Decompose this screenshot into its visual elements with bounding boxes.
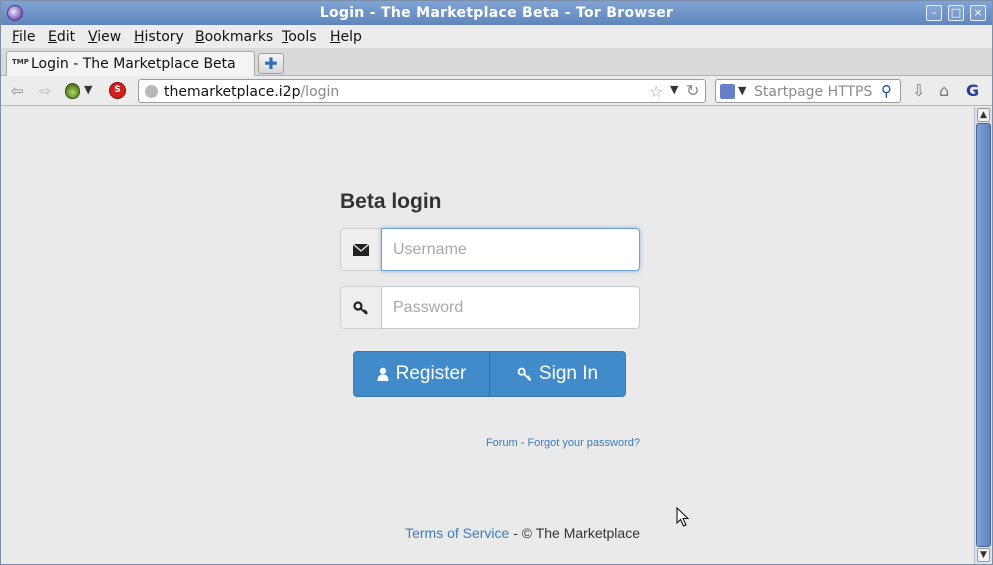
help-links: Forum - Forgot your password? <box>340 437 640 449</box>
envelope-icon <box>340 228 382 271</box>
menu-history[interactable]: History <box>134 29 184 45</box>
sign-in-label: Sign In <box>538 363 599 384</box>
maximize-button[interactable]: □ <box>948 5 964 21</box>
url-dropdown-icon[interactable]: ▼ <box>670 83 678 96</box>
register-button[interactable]: Register <box>353 351 490 397</box>
search-input[interactable]: Startpage HTTPS <box>754 84 872 100</box>
register-label: Register <box>395 363 467 384</box>
tor-onion-icon[interactable] <box>65 83 80 99</box>
key-icon <box>340 286 382 329</box>
page-content: Beta login Register Sign In Forum <box>1 107 974 564</box>
page-title: Beta login <box>340 190 442 213</box>
back-icon[interactable]: ⇦ <box>11 82 24 100</box>
globe-icon <box>145 85 158 98</box>
auth-button-group: Register Sign In <box>353 351 626 397</box>
username-input[interactable] <box>381 228 640 271</box>
browser-window: Login - The Marketplace Beta - Tor Brows… <box>0 0 993 565</box>
scrollbar-thumb[interactable] <box>976 123 991 547</box>
scroll-down-icon[interactable]: ▼ <box>977 548 990 562</box>
key-icon <box>517 367 532 381</box>
link-separator: - <box>517 437 528 449</box>
minimize-button[interactable]: – <box>926 5 942 21</box>
bookmark-star-icon[interactable]: ☆ <box>649 82 663 101</box>
new-tab-button[interactable]: ✚ <box>258 53 284 74</box>
forgot-password-link[interactable]: Forgot your password? <box>528 437 641 449</box>
download-icon[interactable]: ⇩ <box>912 81 925 100</box>
username-input-group <box>340 228 640 271</box>
terms-of-service-link[interactable]: Terms of Service <box>405 525 509 541</box>
mouse-cursor-icon <box>676 507 690 527</box>
menu-help[interactable]: Help <box>330 29 362 45</box>
search-engine-icon[interactable] <box>720 84 735 99</box>
vertical-scrollbar[interactable]: ▲ ▼ <box>974 107 992 564</box>
tab-favicon: TMP <box>12 58 29 66</box>
forward-icon[interactable]: ⇨ <box>39 82 52 100</box>
extension-icon[interactable]: G <box>966 81 979 100</box>
chevron-down-icon[interactable]: ▼ <box>84 83 92 96</box>
password-input[interactable] <box>381 286 640 329</box>
window-title: Login - The Marketplace Beta - Tor Brows… <box>319 5 674 21</box>
search-bar[interactable]: ▼ Startpage HTTPS ⚲ <box>715 79 901 103</box>
menu-edit[interactable]: Edit <box>48 29 75 45</box>
menu-bar: File Edit View History Bookmarks Tools H… <box>1 25 992 48</box>
copyright-text: - © The Marketplace <box>509 525 640 541</box>
sign-in-button[interactable]: Sign In <box>489 351 626 397</box>
title-bar[interactable]: Login - The Marketplace Beta - Tor Brows… <box>1 1 992 25</box>
user-icon <box>377 367 389 381</box>
tab-label: Login - The Marketplace Beta <box>31 56 236 72</box>
tab-bar: TMP Login - The Marketplace Beta ✚ <box>1 48 992 76</box>
url-text[interactable]: themarketplace.i2p/login <box>164 84 339 100</box>
tab-login[interactable]: TMP Login - The Marketplace Beta <box>6 51 255 76</box>
noscript-icon[interactable]: S <box>109 82 126 99</box>
search-engine-dropdown-icon[interactable]: ▼ <box>738 84 746 97</box>
scroll-up-icon[interactable]: ▲ <box>977 108 990 122</box>
navigation-bar: ⇦ ⇨ ▼ S themarketplace.i2p/login ☆ ▼ ↻ ▼… <box>1 76 992 106</box>
menu-view[interactable]: View <box>88 29 121 45</box>
forum-link[interactable]: Forum <box>486 437 518 449</box>
close-button[interactable]: × <box>970 5 986 21</box>
home-icon[interactable]: ⌂ <box>939 81 949 100</box>
reload-icon[interactable]: ↻ <box>686 81 699 100</box>
footer: Terms of Service - © The Marketplace <box>340 525 640 541</box>
menu-bookmarks[interactable]: Bookmarks <box>195 29 273 45</box>
url-bar[interactable]: themarketplace.i2p/login ☆ ▼ ↻ <box>138 79 706 103</box>
menu-file[interactable]: File <box>12 29 35 45</box>
password-input-group <box>340 286 640 329</box>
search-icon[interactable]: ⚲ <box>881 82 892 100</box>
menu-tools[interactable]: Tools <box>282 29 317 45</box>
